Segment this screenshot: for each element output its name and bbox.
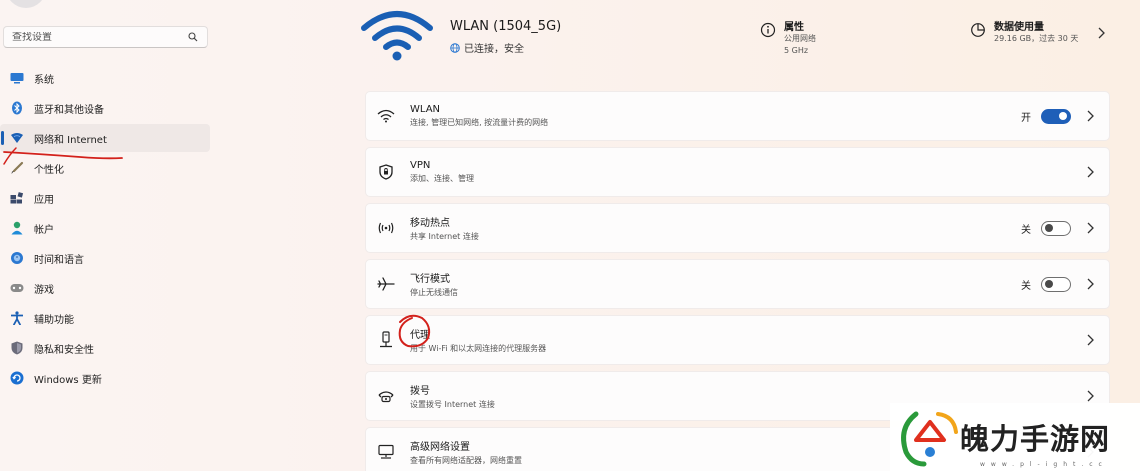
sidebar: 系统 蓝牙和其他设备 网络和 Internet 个性化 应用 (0, 0, 212, 471)
wifi-icon (376, 106, 396, 126)
network-name: WLAN (1504_5G) (450, 19, 562, 34)
wifi-large-icon (361, 11, 433, 61)
properties-block[interactable]: 属性 公用网络 5 GHz (760, 18, 816, 57)
card-title: 拨号 (410, 386, 430, 397)
card-vpn[interactable]: VPN 添加、连接、管理 (365, 147, 1110, 197)
sidebar-item-bluetooth[interactable]: 蓝牙和其他设备 (0, 94, 210, 122)
sidebar-item-accessibility[interactable]: 辅助功能 (0, 304, 210, 332)
person-icon (10, 221, 24, 235)
monitor-icon (10, 71, 24, 85)
chevron-right-icon (1087, 278, 1094, 290)
sidebar-item-label: 蓝牙和其他设备 (34, 104, 104, 116)
bluetooth-icon (10, 101, 24, 115)
card-subtitle: 连接, 管理已知网络, 按流量计费的网络 (410, 118, 549, 127)
sidebar-item-label: 隐私和安全性 (34, 344, 94, 356)
globe-icon (450, 42, 460, 53)
card-title: VPN (410, 160, 431, 171)
watermark-text: 魄力手游网 (960, 422, 1111, 456)
dialup-icon (376, 386, 396, 406)
vpn-shield-icon (376, 162, 396, 182)
sidebar-item-label: 帐户 (34, 224, 54, 236)
hotspot-icon (376, 218, 396, 238)
airplane-toggle[interactable] (1041, 276, 1071, 292)
card-hotspot[interactable]: 移动热点 共享 Internet 连接 关 (365, 203, 1110, 253)
card-subtitle: 添加、连接、管理 (410, 174, 474, 183)
sidebar-item-personalization[interactable]: 个性化 (0, 154, 210, 182)
airplane-toggle-label: 关 (1021, 280, 1031, 292)
sidebar-nav: 系统 蓝牙和其他设备 网络和 Internet 个性化 应用 帐户 时间和语言 … (0, 64, 210, 394)
avatar[interactable] (6, 0, 46, 8)
search-input[interactable] (12, 31, 187, 43)
sidebar-item-label: 应用 (34, 194, 54, 206)
sidebar-item-label: 系统 (34, 74, 54, 86)
properties-title: 属性 (784, 22, 804, 33)
apps-icon (10, 191, 24, 205)
sidebar-item-privacy[interactable]: 隐私和安全性 (0, 334, 210, 362)
card-proxy[interactable]: 代理 用于 Wi-Fi 和以太网连接的代理服务器 (365, 314, 1110, 365)
sidebar-item-network[interactable]: 网络和 Internet (0, 124, 210, 152)
accessibility-icon (10, 311, 24, 325)
data-usage-amount: 29.16 GB，过去 30 天 (994, 34, 1079, 43)
network-status: 已连接，安全 (450, 40, 524, 55)
airplane-icon (376, 274, 396, 294)
network-status-text: 已连接，安全 (464, 44, 524, 55)
gamepad-icon (10, 281, 24, 295)
sidebar-item-gaming[interactable]: 游戏 (0, 274, 210, 302)
sidebar-item-time-language[interactable]: 时间和语言 (0, 244, 210, 272)
brush-icon (10, 161, 24, 175)
sidebar-item-label: 辅助功能 (34, 314, 74, 326)
card-title: WLAN (410, 104, 441, 115)
properties-band: 5 GHz (784, 46, 809, 55)
card-airplane-mode[interactable]: 飞行模式 停止无线通信 关 (365, 259, 1110, 309)
sidebar-item-label: 游戏 (34, 284, 54, 296)
globe-clock-icon (10, 251, 24, 265)
card-title: 代理 (410, 330, 430, 341)
search-box[interactable] (3, 26, 208, 48)
card-subtitle: 共享 Internet 连接 (410, 232, 479, 241)
hotspot-toggle[interactable] (1041, 220, 1071, 236)
sidebar-item-windows-update[interactable]: Windows 更新 (0, 364, 210, 392)
hotspot-toggle-label: 关 (1021, 224, 1031, 236)
sidebar-item-label: 网络和 Internet (34, 134, 107, 146)
sidebar-item-accounts[interactable]: 帐户 (0, 214, 210, 242)
card-title: 飞行模式 (410, 274, 450, 285)
wlan-toggle[interactable] (1041, 108, 1071, 124)
advanced-network-icon (376, 442, 396, 462)
sidebar-item-system[interactable]: 系统 (0, 64, 210, 92)
update-icon (10, 371, 24, 385)
network-header: WLAN (1504_5G) 已连接，安全 属性 公用网络 5 GHz 数据使用… (360, 0, 1120, 70)
chevron-right-icon (1087, 390, 1094, 402)
card-wlan[interactable]: WLAN 连接, 管理已知网络, 按流量计费的网络 开 (365, 91, 1110, 141)
watermark-url: www.pl-ight.cc (980, 461, 1108, 468)
info-icon (760, 22, 776, 38)
chevron-right-icon (1087, 334, 1094, 346)
card-subtitle: 停止无线通信 (410, 288, 458, 297)
watermark-logo-icon (901, 411, 958, 467)
chevron-right-icon (1087, 110, 1094, 122)
sidebar-item-apps[interactable]: 应用 (0, 184, 210, 212)
card-subtitle: 用于 Wi-Fi 和以太网连接的代理服务器 (410, 344, 547, 353)
wifi-diamond-icon (10, 131, 24, 145)
chevron-right-icon[interactable] (1096, 26, 1106, 40)
pie-chart-icon (971, 23, 985, 37)
properties-network-type: 公用网络 (784, 34, 816, 43)
data-usage-block[interactable]: 数据使用量 29.16 GB，过去 30 天 (970, 18, 1078, 45)
shield-icon (10, 341, 24, 355)
card-title: 移动热点 (410, 218, 450, 229)
sidebar-item-label: Windows 更新 (34, 374, 102, 386)
chevron-right-icon (1087, 166, 1094, 178)
chevron-right-icon (1087, 222, 1094, 234)
data-usage-title: 数据使用量 (994, 22, 1044, 33)
wlan-toggle-label: 开 (1021, 112, 1031, 124)
sidebar-item-label: 时间和语言 (34, 254, 84, 266)
proxy-icon (376, 330, 396, 350)
search-icon[interactable] (187, 31, 199, 43)
sidebar-item-label: 个性化 (34, 164, 64, 176)
